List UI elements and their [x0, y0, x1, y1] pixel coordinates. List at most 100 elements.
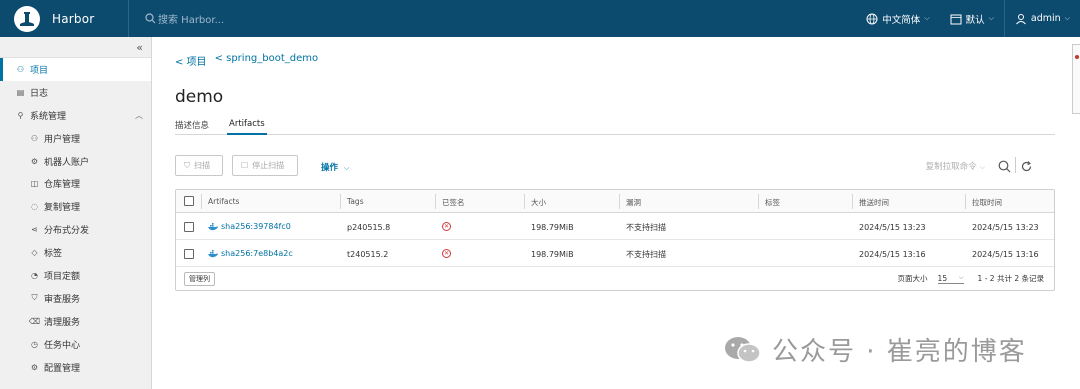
sidebar-item-label: 标签	[44, 249, 63, 260]
artifact-vulnerabilities: 不支持扫描	[626, 223, 666, 232]
page-size-label: 页面大小	[897, 274, 928, 283]
sidebar-item-admin[interactable]: ⚲ 系统管理 ︿	[0, 104, 151, 127]
artifact-digest-link[interactable]: sha256:7e8b4a2c	[208, 249, 293, 258]
harbor-logo-icon	[14, 5, 40, 32]
user-icon	[1016, 13, 1026, 24]
sidebar-item-users[interactable]: ⚇ 用户管理	[0, 127, 151, 150]
sidebar-item-label: 系统管理	[30, 111, 67, 122]
brand[interactable]: Harbor	[0, 0, 129, 37]
sidebar-item-registries[interactable]: ◫ 仓库管理	[0, 172, 151, 195]
docker-icon	[208, 249, 218, 257]
search-icon	[998, 160, 1011, 173]
column-header-artifacts[interactable]: Artifacts	[208, 197, 239, 206]
refresh-icon	[1021, 161, 1032, 172]
copy-pull-label: 复制拉取命令	[925, 162, 977, 172]
watermark-text: 公众号 · 崔亮的博客	[772, 337, 1027, 367]
divider	[758, 194, 759, 209]
tab-artifacts[interactable]: Artifacts	[227, 119, 267, 135]
sidebar: « ⚇ 项目 ▤ 日志 ⚲ 系统管理 ︿ ⚇ 用户管理 ⚙ 机器人账户 ◫ 仓库…	[0, 37, 152, 389]
sidebar-item-distributions[interactable]: ⋖ 分布式分发	[0, 218, 151, 241]
admin-icon: ⚲	[17, 110, 24, 120]
projects-icon: ⚇	[16, 64, 25, 74]
chevron-up-icon: ︿	[135, 110, 143, 120]
chevron-down-icon: ⌵	[924, 14, 930, 22]
chevron-down-icon: ⌵	[988, 14, 994, 22]
page-size-select[interactable]: 15 ⌵	[937, 273, 964, 284]
sidebar-item-label: 任务中心	[44, 340, 81, 351]
sidebar-item-robot-accounts[interactable]: ⚙ 机器人账户	[0, 150, 151, 173]
docker-icon	[208, 222, 218, 230]
sidebar-item-replications[interactable]: ◌ 复制管理	[0, 195, 151, 218]
user-menu[interactable]: admin ⌵	[1005, 0, 1080, 37]
row-checkbox[interactable]	[184, 222, 194, 232]
stop-scan-button[interactable]: ☐ 停止扫描	[232, 155, 298, 176]
row-checkbox[interactable]	[184, 249, 194, 259]
actions-dropdown[interactable]: 操作 ⌵	[321, 161, 349, 173]
sidebar-item-audit[interactable]: ⛉ 审查服务	[0, 287, 151, 310]
pagination: 页面大小 15 ⌵ 1 - 2 共计 2 条记录	[898, 273, 1044, 284]
sidebar-item-job-service[interactable]: ◷ 任务中心	[0, 333, 151, 356]
clock-icon: ◷	[31, 339, 38, 349]
divider	[852, 194, 853, 209]
artifact-digest: sha256:7e8b4a2c	[221, 249, 293, 258]
chevron-down-icon: ⌵	[958, 273, 964, 281]
logs-icon: ▤	[16, 87, 25, 97]
artifact-pull-time: 2024/5/15 13:23	[972, 223, 1039, 232]
pagination-summary: 1 - 2 共计 2 条记录	[977, 274, 1044, 283]
global-search[interactable]: 搜索 Harbor...	[145, 11, 224, 26]
tab-description[interactable]: 描述信息	[175, 119, 209, 134]
table-search-button[interactable]	[998, 158, 1011, 177]
scan-button[interactable]: ⛉ 扫描	[175, 155, 223, 176]
sidebar-item-label: 仓库管理	[44, 180, 81, 191]
users-icon: ⚇	[30, 133, 39, 143]
breadcrumb-projects-link[interactable]: < 项目	[175, 53, 207, 68]
sidebar-collapse-button[interactable]: «	[0, 37, 151, 58]
language-dropdown[interactable]: 中文简体 ⌵	[856, 0, 939, 37]
watermark: 公众号 · 崔亮的博客	[724, 331, 1027, 368]
copy-pull-command-dropdown[interactable]: 复制拉取命令 ⌵	[926, 160, 985, 172]
sidebar-item-logs[interactable]: ▤ 日志	[0, 81, 151, 104]
side-panel-toggle[interactable]	[1072, 44, 1080, 114]
not-signed-icon: ✕	[442, 249, 451, 258]
column-manager-button[interactable]: 管理列	[184, 272, 215, 286]
column-header-size[interactable]: 大小	[531, 197, 546, 208]
sidebar-item-projects[interactable]: ⚇ 项目	[0, 58, 151, 81]
refresh-button[interactable]	[1020, 158, 1033, 177]
sidebar-item-label: 项目	[30, 65, 49, 76]
artifact-push-time: 2024/5/15 13:16	[859, 250, 926, 259]
calendar-icon	[950, 14, 962, 24]
artifact-digest-link[interactable]: sha256:39784fc0	[208, 222, 291, 231]
select-all-checkbox[interactable]	[184, 196, 194, 206]
trash-icon: ⌫	[28, 316, 41, 326]
sidebar-item-label: 机器人账户	[44, 157, 90, 168]
page-title: demo	[175, 87, 224, 107]
table-row: sha256:7e8b4a2c t240515.2 ✕ 198.79MiB 不支…	[176, 241, 1054, 267]
globe-icon	[866, 13, 878, 24]
sidebar-item-cleanup[interactable]: ⌫ 清理服务	[0, 310, 151, 333]
gear-icon: ⚙	[30, 362, 39, 372]
column-header-tags[interactable]: Tags	[347, 197, 364, 206]
column-header-vulnerabilities[interactable]: 漏洞	[626, 197, 641, 208]
sidebar-item-labels[interactable]: ◇ 标签	[0, 241, 151, 264]
sidebar-item-configuration[interactable]: ⚙ 配置管理	[0, 356, 151, 379]
column-header-labels[interactable]: 标签	[765, 197, 780, 208]
divider	[524, 194, 525, 209]
top-header: Harbor 搜索 Harbor... 中文简体 ⌵ 默认 ⌵ admin ⌵	[0, 0, 1080, 37]
breadcrumb-repo-link[interactable]: < spring_boot_demo	[215, 53, 319, 68]
column-header-push-time[interactable]: 推送时间	[859, 197, 889, 208]
column-header-signed[interactable]: 已签名	[442, 197, 465, 208]
artifact-tags: p240515.8	[347, 223, 391, 232]
app-name: Harbor	[52, 11, 95, 26]
artifact-digest: sha256:39784fc0	[221, 222, 291, 231]
chevron-down-icon: ⌵	[979, 163, 985, 171]
artifact-size: 198.79MiB	[531, 223, 574, 232]
shield-icon: ⛉	[184, 160, 190, 170]
artifacts-table: Artifacts Tags 已签名 大小 漏洞 标签 推送时间 拉取时间 sh…	[175, 189, 1055, 291]
sidebar-item-quotas[interactable]: ◔ 项目定额	[0, 264, 151, 287]
shield-icon: ⛉	[31, 293, 38, 303]
page-size-value: 15	[937, 273, 948, 283]
double-chevron-left-icon: «	[136, 40, 143, 54]
registry-icon: ◫	[30, 179, 39, 189]
column-header-pull-time[interactable]: 拉取时间	[972, 197, 1002, 208]
theme-dropdown[interactable]: 默认 ⌵	[940, 0, 1004, 37]
